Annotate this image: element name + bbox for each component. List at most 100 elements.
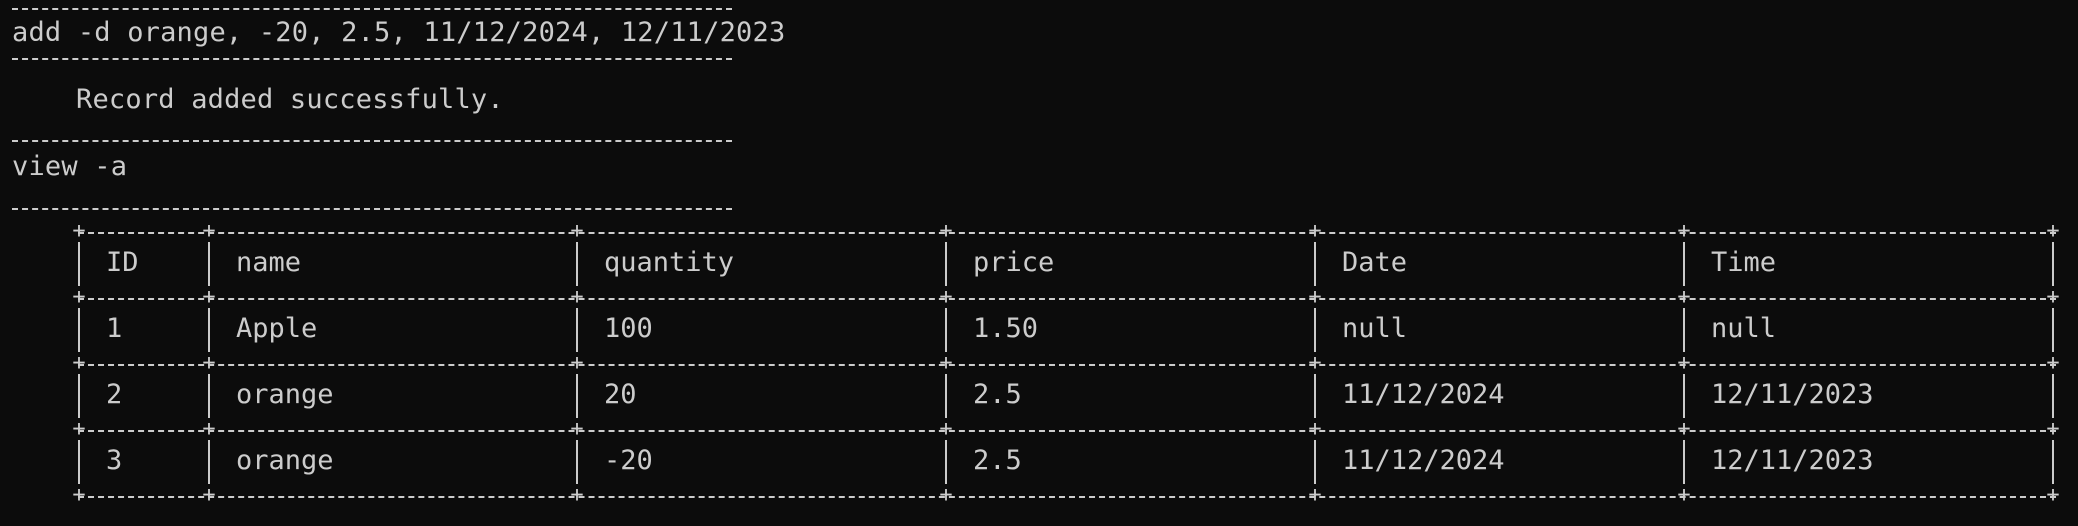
table-junction: + [939, 416, 953, 442]
cell-id: 3 [106, 445, 123, 476]
table-junction: + [570, 482, 584, 508]
table-junction: + [72, 284, 86, 310]
table-junction: + [1677, 416, 1691, 442]
cell-time: 12/11/2023 [1711, 379, 1874, 410]
column-divider [1314, 242, 1316, 286]
cell-name: orange [236, 379, 334, 410]
column-divider [1314, 440, 1316, 484]
column-divider [1314, 374, 1316, 418]
column-divider [208, 440, 210, 484]
column-divider [945, 440, 947, 484]
table-junction: + [72, 218, 86, 244]
column-divider [1683, 308, 1685, 352]
separator-line [12, 8, 732, 10]
table-junction: + [1308, 218, 1322, 244]
table-junction: + [939, 284, 953, 310]
cell-id: 1 [106, 313, 123, 344]
column-divider [2052, 440, 2054, 484]
column-divider [2052, 242, 2054, 286]
table-junction: + [2046, 416, 2060, 442]
table-junction: + [2046, 350, 2060, 376]
table-junction: + [72, 416, 86, 442]
column-divider [1314, 308, 1316, 352]
table-junction: + [1677, 218, 1691, 244]
column-divider [576, 308, 578, 352]
table-junction: + [570, 350, 584, 376]
cell-date: null [1342, 313, 1408, 344]
table-junction: + [939, 482, 953, 508]
column-divider [576, 242, 578, 286]
column-divider [78, 308, 80, 352]
table-junction: + [202, 218, 216, 244]
table-junction: + [2046, 284, 2060, 310]
table-junction: + [72, 482, 86, 508]
column-divider [945, 308, 947, 352]
table-junction: + [570, 284, 584, 310]
table-junction: + [202, 482, 216, 508]
column-divider [576, 440, 578, 484]
table-junction: + [570, 218, 584, 244]
column-divider [208, 308, 210, 352]
column-divider [208, 374, 210, 418]
header-date: Date [1342, 247, 1408, 278]
column-divider [78, 242, 80, 286]
column-divider [576, 374, 578, 418]
column-divider [2052, 308, 2054, 352]
table-junction: + [202, 284, 216, 310]
cell-id: 2 [106, 379, 123, 410]
cell-price: 1.50 [973, 313, 1039, 344]
column-divider [1683, 242, 1685, 286]
column-divider [2052, 374, 2054, 418]
table-border [78, 496, 2056, 498]
table-junction: + [1677, 284, 1691, 310]
cell-date: 11/12/2024 [1342, 379, 1505, 410]
table-junction: + [939, 350, 953, 376]
column-divider [208, 242, 210, 286]
table-row: 2 orange 20 2.5 11/12/2024 12/11/2023 [78, 364, 2056, 430]
table-junction: + [570, 416, 584, 442]
command-add-line: add -d orange, -20, 2.5, 11/12/2024, 12/… [12, 17, 786, 48]
separator-line [12, 208, 732, 210]
table-junction: + [1677, 350, 1691, 376]
table-header-row: ID name quantity price Date Time [78, 232, 2056, 298]
terminal-window[interactable]: add -d orange, -20, 2.5, 11/12/2024, 12/… [0, 0, 2078, 526]
column-divider [78, 440, 80, 484]
table-junction: + [1677, 482, 1691, 508]
cell-name: Apple [236, 313, 318, 344]
table-row: 1 Apple 100 1.50 null null [78, 298, 2056, 364]
command-view-line: view -a [12, 151, 128, 182]
table-junction: + [2046, 482, 2060, 508]
result-message: Record added successfully. [76, 84, 504, 115]
cell-price: 2.5 [973, 445, 1022, 476]
header-price: price [973, 247, 1055, 278]
column-divider [1683, 440, 1685, 484]
cell-quantity: 100 [604, 313, 653, 344]
table-row: 3 orange -20 2.5 11/12/2024 12/11/2023 [78, 430, 2056, 496]
cell-quantity: 20 [604, 379, 637, 410]
column-divider [78, 374, 80, 418]
table-junction: + [72, 350, 86, 376]
table-junction: + [1308, 284, 1322, 310]
cell-name: orange [236, 445, 334, 476]
cell-quantity: -20 [604, 445, 653, 476]
table-junction: + [1308, 350, 1322, 376]
cell-time: 12/11/2023 [1711, 445, 1874, 476]
column-divider [945, 374, 947, 418]
table-junction: + [202, 350, 216, 376]
header-id: ID [106, 247, 139, 278]
table-junction: + [1308, 416, 1322, 442]
separator-line [12, 140, 732, 142]
column-divider [1683, 374, 1685, 418]
table-junction: + [1308, 482, 1322, 508]
cell-time: null [1711, 313, 1777, 344]
header-name: name [236, 247, 302, 278]
header-quantity: quantity [604, 247, 735, 278]
cell-price: 2.5 [973, 379, 1022, 410]
table-junction: + [939, 218, 953, 244]
separator-line [12, 58, 732, 60]
column-divider [945, 242, 947, 286]
table-junction: + [2046, 218, 2060, 244]
cell-date: 11/12/2024 [1342, 445, 1505, 476]
table-junction: + [202, 416, 216, 442]
header-time: Time [1711, 247, 1777, 278]
